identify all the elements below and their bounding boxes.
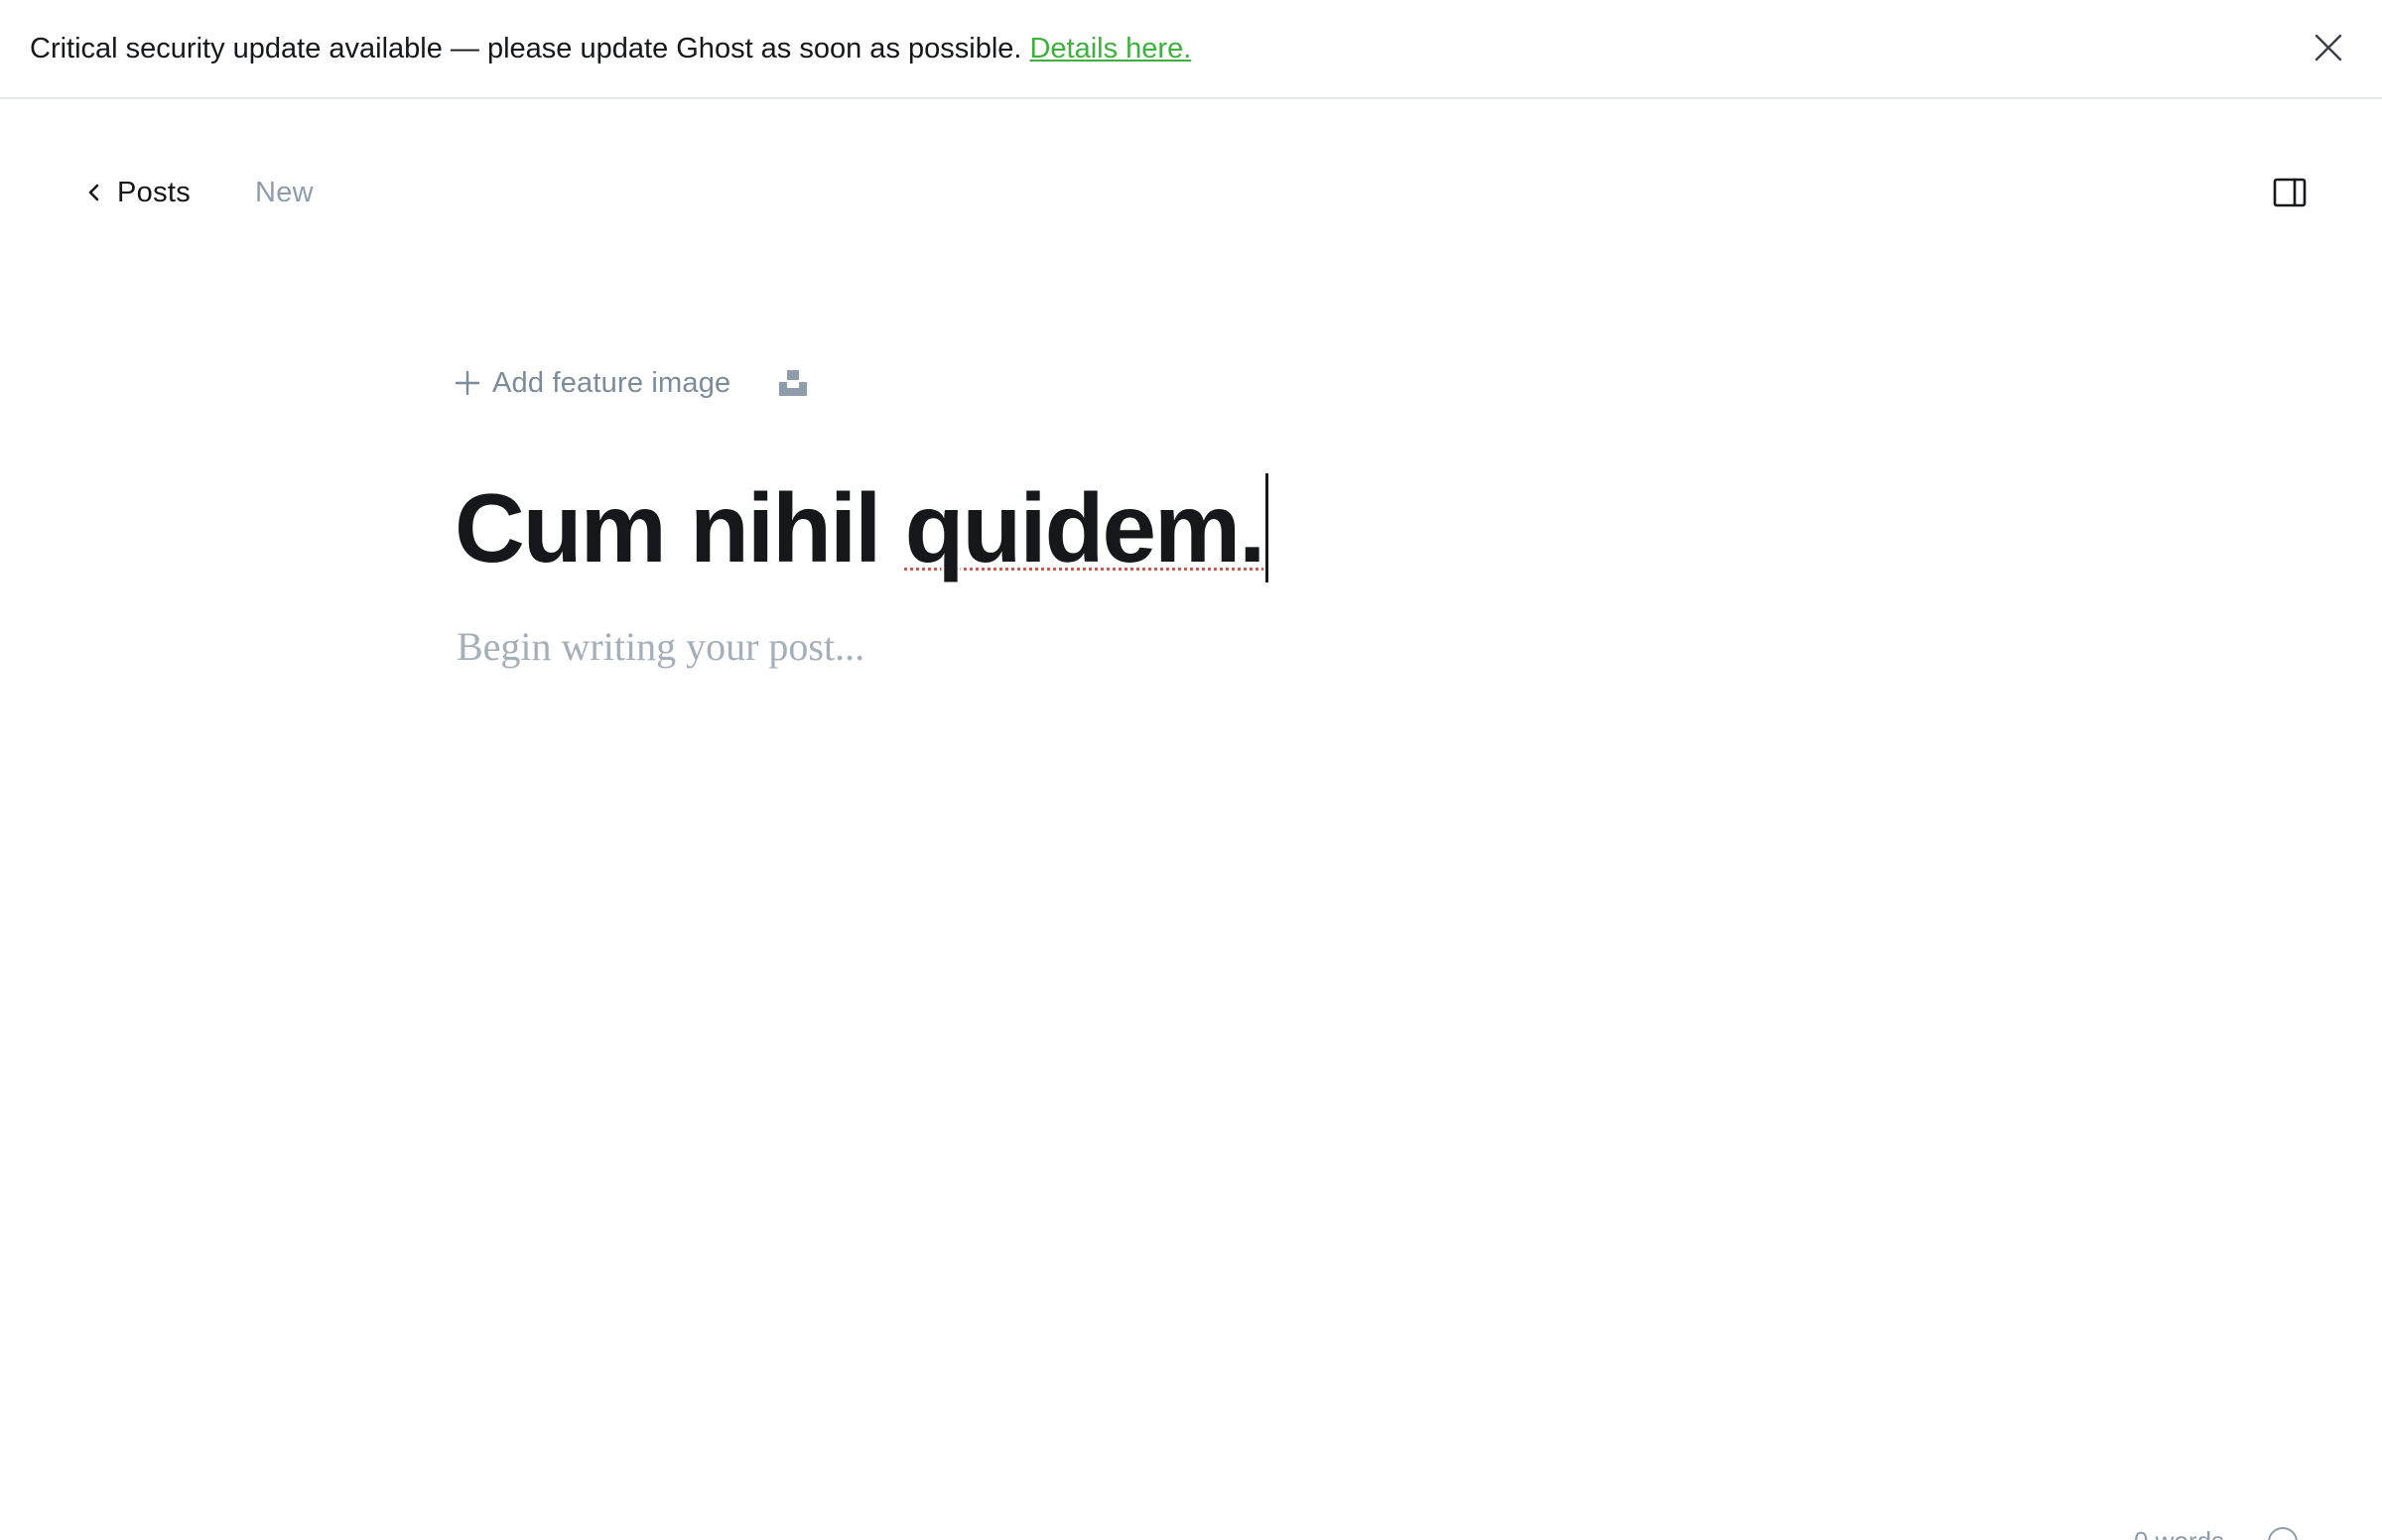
banner-details-link[interactable]: Details here. [1029,33,1191,64]
banner-message-text: Critical security update available — ple… [30,33,1022,64]
security-update-banner: Critical security update available — ple… [0,0,2382,99]
post-title-input[interactable]: Cum nihil quidem. [455,468,1269,587]
back-label: Posts [117,176,192,208]
banner-message: Critical security update available — ple… [30,30,1191,67]
help-icon[interactable] [2267,1526,2299,1540]
add-feature-image-button[interactable]: Add feature image [455,367,730,400]
word-count: 0 words [2134,1524,2224,1540]
plus-icon [455,370,480,396]
post-title-text: Cum nihil [455,473,881,582]
feature-image-row: Add feature image [455,361,808,405]
post-title-misspelled-word: quidem. [904,473,1266,582]
post-status: New [255,177,314,208]
back-to-posts-link[interactable]: Posts [83,173,191,212]
text-caret [1265,473,1269,582]
post-body-editor[interactable]: Begin writing your post... [457,617,864,677]
close-icon[interactable] [2313,32,2344,64]
add-feature-image-label: Add feature image [492,366,731,399]
unsplash-icon[interactable] [778,368,808,398]
chevron-left-icon [88,184,99,201]
sidebar-toggle-icon[interactable] [2273,177,2307,208]
